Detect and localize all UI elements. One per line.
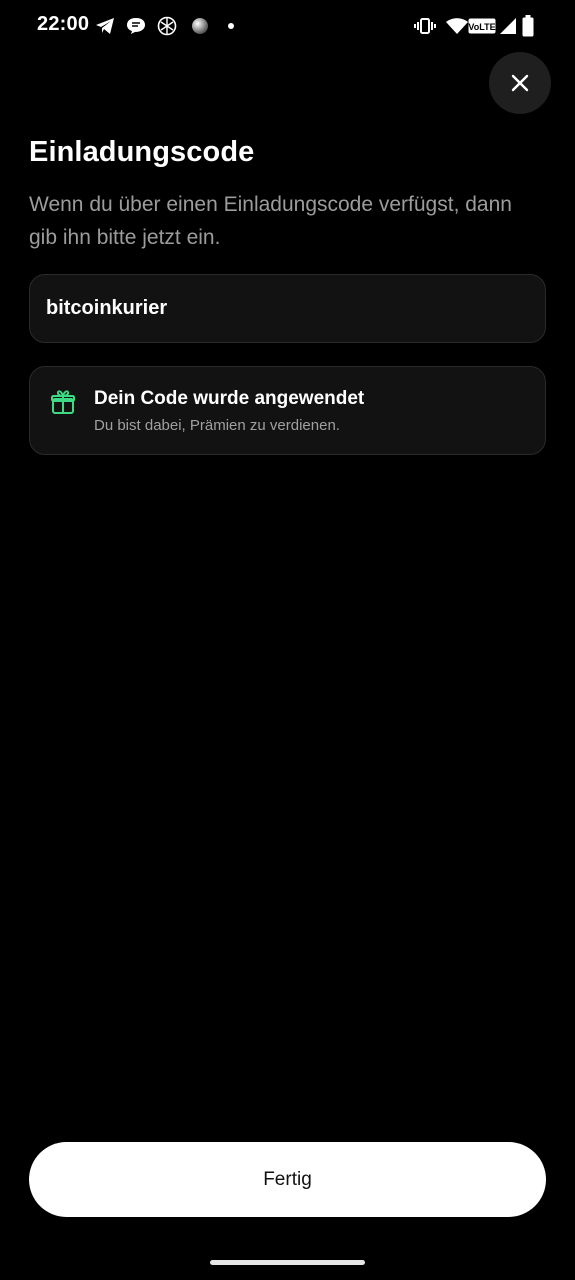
volte-icon: VoLTE: [468, 14, 496, 38]
code-applied-card: Dein Code wurde angewendet Du bist dabei…: [29, 366, 546, 455]
telegram-icon: [94, 14, 116, 38]
page-title: Einladungscode: [29, 136, 255, 168]
page-subtitle: Wenn du über einen Einladungscode verfüg…: [29, 193, 512, 249]
signal-icon: [498, 14, 518, 38]
gift-icon: [51, 390, 75, 414]
close-icon: [511, 74, 529, 92]
vibrate-icon: [413, 14, 437, 38]
battery-icon: [521, 14, 535, 38]
crypto-app-icon: [156, 14, 178, 38]
status-bar: 22:00 VoLTE: [0, 0, 575, 52]
chat-bubble-icon: [125, 14, 147, 38]
home-indicator[interactable]: [210, 1260, 365, 1265]
close-button[interactable]: [489, 52, 551, 114]
status-time: 22:00: [37, 13, 90, 35]
invitation-code-input[interactable]: [29, 274, 546, 343]
card-title: Dein Code wurde angewendet: [94, 388, 365, 409]
wifi-icon: [444, 14, 470, 38]
svg-text:VoLTE: VoLTE: [468, 22, 495, 32]
card-subtitle: Du bist dabei, Prämien zu verdienen.: [94, 417, 340, 434]
sphere-icon: [189, 14, 211, 38]
notification-dot-icon: [225, 14, 237, 38]
done-button[interactable]: Fertig: [29, 1142, 546, 1217]
